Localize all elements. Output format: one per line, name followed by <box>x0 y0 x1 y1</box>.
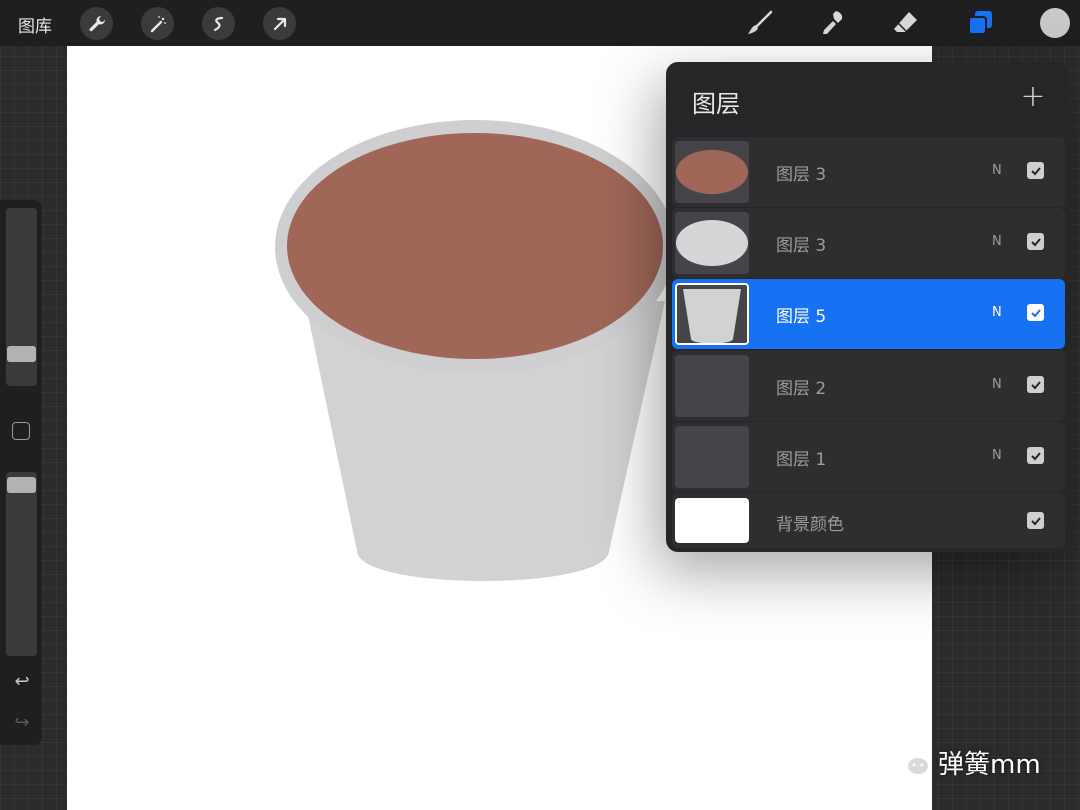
color-picker-button[interactable] <box>1040 8 1070 38</box>
layer-row-active[interactable]: 图层 5 N <box>672 279 1065 349</box>
opacity-slider[interactable] <box>6 472 37 656</box>
layer-name: 图层 5 <box>776 307 827 327</box>
blend-mode-button[interactable]: N <box>992 377 1002 392</box>
layers-icon[interactable] <box>966 8 996 38</box>
blend-mode-button[interactable]: N <box>992 448 1002 463</box>
visibility-checkbox[interactable] <box>1027 304 1044 321</box>
eraser-icon[interactable] <box>890 8 920 38</box>
visibility-checkbox[interactable] <box>1027 376 1044 393</box>
background-color-row[interactable]: 背景颜色 <box>672 493 1065 548</box>
coffee-surface <box>287 133 663 359</box>
left-sidebar: ↩ ↪ <box>0 200 42 745</box>
redo-icon[interactable]: ↪ <box>10 712 34 733</box>
layers-panel: 图层 + 图层 3 N 图层 3 N 图层 5 N 图层 2 N 图层 1 N … <box>666 62 1069 552</box>
layer-row[interactable]: 图层 3 N <box>672 208 1065 278</box>
selection-icon[interactable] <box>202 7 235 40</box>
top-toolbar: 图库 <box>0 0 1080 46</box>
watermark-text: 弹簧mm <box>938 749 1041 780</box>
blend-mode-button[interactable]: N <box>992 305 1002 320</box>
brush-icon[interactable] <box>745 8 775 38</box>
smudge-icon[interactable] <box>818 8 848 38</box>
brush-size-slider[interactable] <box>6 208 37 386</box>
layer-thumbnail <box>675 283 749 345</box>
brush-size-thumb[interactable] <box>7 346 36 362</box>
layers-panel-title: 图层 <box>692 90 740 118</box>
layer-name: 图层 3 <box>776 236 827 256</box>
background-color-swatch[interactable] <box>675 498 749 543</box>
watermark: 弹簧mm <box>892 742 1041 782</box>
layer-row[interactable]: 图层 1 N <box>672 422 1065 492</box>
visibility-checkbox[interactable] <box>1027 162 1044 179</box>
gallery-button[interactable]: 图库 <box>18 12 52 37</box>
layer-thumbnail <box>675 141 749 203</box>
visibility-checkbox[interactable] <box>1027 512 1044 529</box>
modify-button[interactable] <box>12 422 30 440</box>
layer-name: 图层 1 <box>776 450 827 470</box>
undo-icon[interactable]: ↩ <box>10 671 34 692</box>
blend-mode-button[interactable]: N <box>992 234 1002 249</box>
layer-row[interactable]: 图层 2 N <box>672 351 1065 421</box>
layer-name: 图层 3 <box>776 165 827 185</box>
wechat-icon <box>893 747 930 776</box>
layer-name: 背景颜色 <box>776 515 844 535</box>
visibility-checkbox[interactable] <box>1027 447 1044 464</box>
opacity-thumb[interactable] <box>7 477 36 493</box>
magic-wand-icon[interactable] <box>141 7 174 40</box>
layer-thumbnail <box>675 355 749 417</box>
wrench-icon[interactable] <box>80 7 113 40</box>
visibility-checkbox[interactable] <box>1027 233 1044 250</box>
layer-row[interactable]: 图层 3 N <box>672 137 1065 207</box>
layer-thumbnail <box>675 426 749 488</box>
layer-thumbnail <box>675 212 749 274</box>
plus-icon[interactable]: + <box>1018 82 1048 112</box>
blend-mode-button[interactable]: N <box>992 163 1002 178</box>
transform-arrow-icon[interactable] <box>263 7 296 40</box>
layer-name: 图层 2 <box>776 379 827 399</box>
